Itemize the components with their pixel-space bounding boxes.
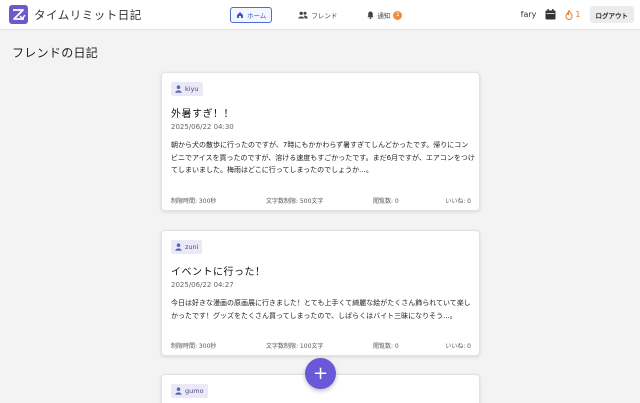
time-limit: 制限時間: 300秒	[171, 198, 217, 205]
author-chip[interactable]: gumo	[171, 384, 208, 398]
fire-icon	[565, 9, 573, 20]
user-icon	[175, 85, 182, 93]
bell-icon	[367, 11, 374, 19]
char-limit: 文字数制限: 100文字	[266, 343, 324, 350]
like-count[interactable]: いいね: 0	[445, 196, 471, 205]
author-name: kiyu	[185, 85, 199, 93]
diary-date: 2025/06/22 04:30	[171, 123, 234, 131]
diary-date: 2025/06/22 04:27	[171, 281, 234, 289]
streak-counter: 1	[565, 9, 581, 20]
home-icon	[237, 12, 243, 18]
view-count: 閲覧数: 0	[373, 198, 399, 205]
author-name: zuni	[185, 243, 199, 251]
plus-icon: +	[312, 362, 329, 384]
author-chip[interactable]: zuni	[171, 240, 203, 254]
nav-home-button[interactable]: ホーム	[230, 7, 273, 23]
brand[interactable]: タイムリミット日記	[9, 5, 142, 24]
author-chip[interactable]: kiyu	[171, 82, 203, 96]
time-limit: 制限時間: 300秒	[171, 343, 217, 350]
main-nav: ホーム フレンド 通知 1	[230, 7, 403, 23]
user-area: fary 1 ログアウト	[521, 6, 634, 23]
page-title: フレンドの日記	[12, 46, 99, 60]
nav-notice-label: 通知	[377, 12, 391, 20]
nav-friend-button[interactable]: フレンド	[298, 7, 337, 23]
users-icon	[298, 11, 309, 19]
view-count: 閲覧数: 0	[373, 343, 399, 350]
app-title: タイムリミット日記	[34, 7, 142, 22]
top-navbar: タイムリミット日記 ホーム フレンド 通知 1 fary 1 ログアウト	[0, 0, 640, 30]
notice-count-badge: 1	[393, 10, 403, 20]
nav-friend-label: フレンド	[311, 12, 338, 20]
diary-meta: 制限時間: 300秒 文字数制限: 100文字 閲覧数: 0 いいね: 0	[171, 341, 471, 350]
streak-count: 1	[575, 10, 581, 19]
diary-meta: 制限時間: 300秒 文字数制限: 500文字 閲覧数: 0 いいね: 0	[171, 196, 471, 205]
user-icon	[175, 243, 182, 251]
diary-card[interactable]: zuni イベントに行った！ 2025/06/22 04:27 今日は好きな漫画…	[161, 230, 480, 356]
diary-title: 外暑すぎ！！	[171, 109, 234, 120]
diary-card[interactable]: kiyu 外暑すぎ！！ 2025/06/22 04:30 朝から犬の散歩に行った…	[161, 72, 480, 211]
diary-body: 今日は好きな漫画の原画展に行きました！とても上手くて綺麗な絵がたくさん飾られてい…	[171, 299, 471, 320]
calendar-icon[interactable]	[545, 9, 556, 20]
logout-button[interactable]: ログアウト	[589, 6, 634, 23]
new-diary-button[interactable]: +	[305, 358, 336, 389]
like-count[interactable]: いいね: 0	[445, 341, 471, 350]
diary-body: 朝から犬の散歩に行ったのですが、7時にもかかわらず暑すぎてしんどかったです。帰り…	[171, 141, 475, 174]
author-name: gumo	[185, 387, 204, 395]
nav-home-label: ホーム	[247, 12, 267, 20]
user-icon	[175, 387, 182, 395]
username: fary	[520, 10, 537, 19]
app-logo-icon	[9, 5, 28, 24]
diary-title: イベントに行った！	[171, 267, 266, 278]
nav-notice-button[interactable]: 通知 1	[367, 7, 403, 23]
char-limit: 文字数制限: 500文字	[266, 198, 324, 205]
